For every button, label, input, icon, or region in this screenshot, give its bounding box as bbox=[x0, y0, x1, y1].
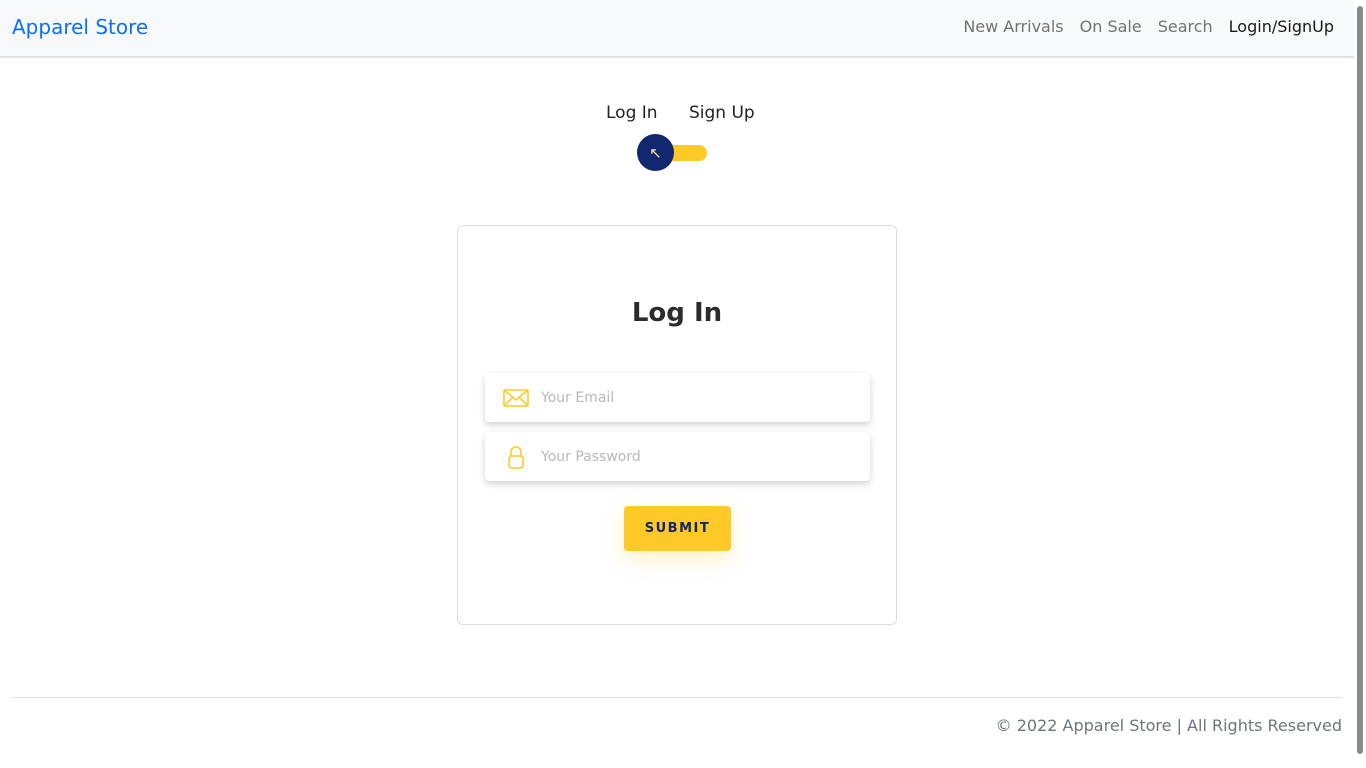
footer-copyright: © 2022 Apparel Store | All Rights Reserv… bbox=[995, 716, 1342, 735]
nav-link-search[interactable]: Search bbox=[1158, 17, 1213, 36]
nav-link-login-signup[interactable]: Login/SignUp bbox=[1229, 17, 1334, 36]
envelope-icon bbox=[503, 389, 529, 407]
form-title: Log In bbox=[631, 298, 723, 328]
arrow-up-left-icon: ↖ bbox=[649, 143, 662, 162]
password-field[interactable] bbox=[485, 432, 870, 481]
toggle-label-signup[interactable]: Sign Up bbox=[689, 103, 755, 123]
auth-toggle-knob[interactable]: ↖ bbox=[637, 134, 674, 171]
auth-toggle-labels: Log In Sign Up bbox=[606, 103, 766, 125]
top-navbar: Apparel Store New Arrivals On Sale Searc… bbox=[0, 0, 1354, 58]
page-scrollbar[interactable] bbox=[1354, 0, 1366, 768]
brand-link[interactable]: Apparel Store bbox=[12, 15, 148, 39]
nav-link-on-sale[interactable]: On Sale bbox=[1080, 17, 1142, 36]
lock-icon bbox=[508, 446, 524, 469]
scrollbar-thumb[interactable] bbox=[1357, 6, 1363, 754]
email-field[interactable] bbox=[485, 373, 870, 422]
password-input[interactable] bbox=[541, 432, 861, 481]
toggle-label-login[interactable]: Log In bbox=[606, 103, 658, 123]
nav-link-new-arrivals[interactable]: New Arrivals bbox=[963, 17, 1063, 36]
submit-button[interactable]: SUBMIT bbox=[624, 506, 731, 551]
email-input[interactable] bbox=[541, 373, 861, 422]
nav-links: New Arrivals On Sale Search Login/SignUp bbox=[963, 17, 1334, 36]
login-card: Log In SUBMIT bbox=[457, 225, 897, 625]
footer-divider bbox=[12, 697, 1342, 698]
